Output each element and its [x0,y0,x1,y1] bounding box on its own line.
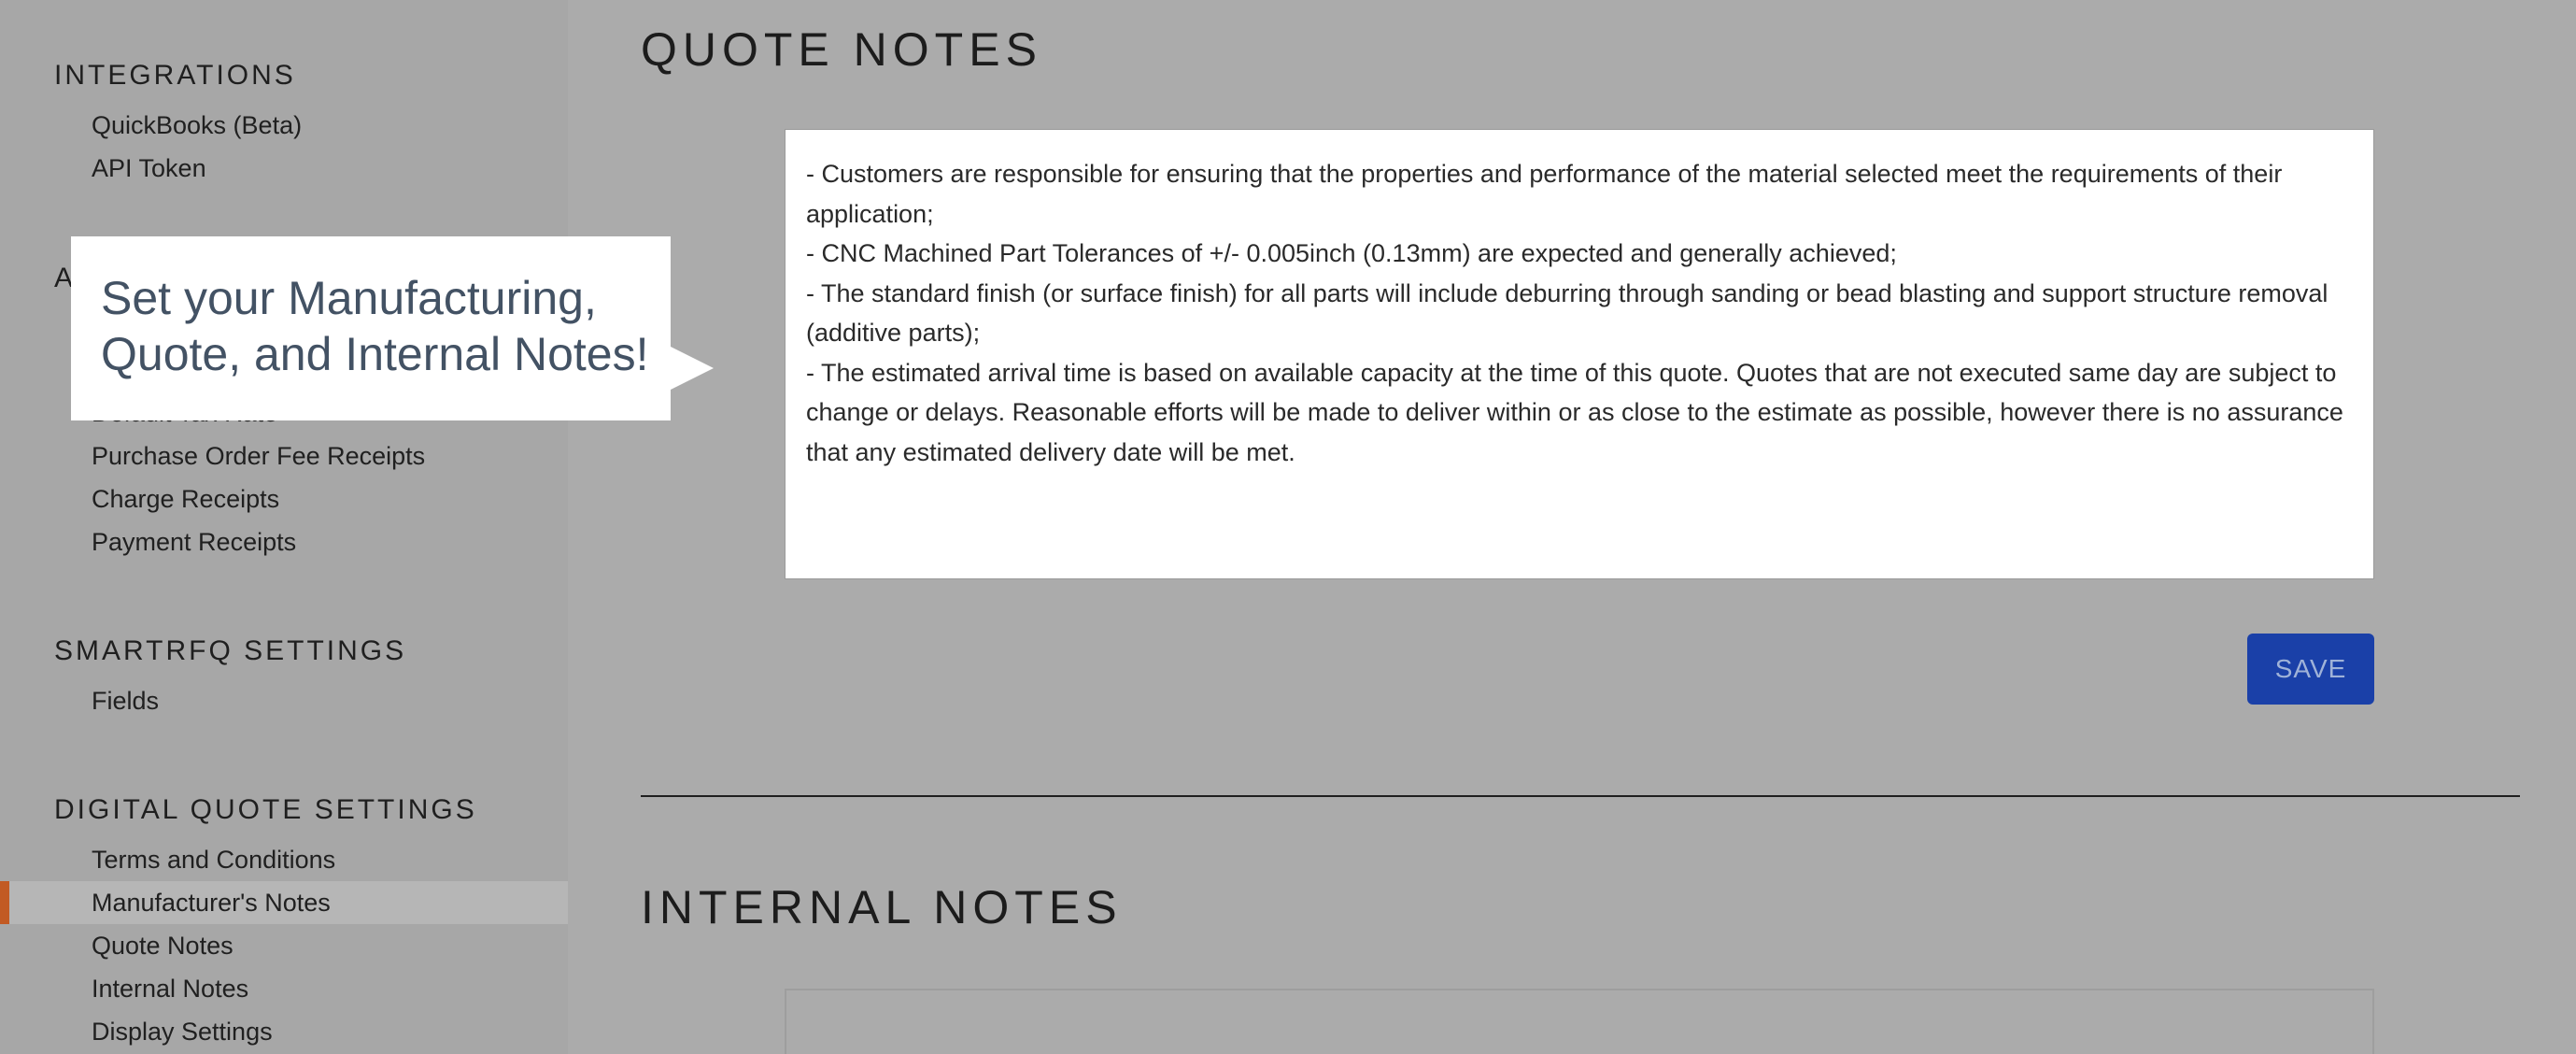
sidebar-heading-integrations: INTEGRATIONS [54,60,296,91]
sidebar-item-api-token[interactable]: API Token [0,147,568,190]
sidebar-item-quickbooks[interactable]: QuickBooks (Beta) [0,104,568,147]
sidebar-item-internal-notes[interactable]: Internal Notes [0,967,568,1010]
onboarding-callout: Set your Manufacturing, Quote, and Inter… [71,236,671,420]
section-divider [641,795,2520,797]
sidebar-item-manufacturers-notes[interactable]: Manufacturer's Notes [0,881,568,924]
sidebar-heading-digital-quote-settings: DIGITAL QUOTE SETTINGS [54,794,477,825]
sidebar-item-display-settings[interactable]: Display Settings [0,1010,568,1053]
sidebar-item-purchase-order-fee-receipts[interactable]: Purchase Order Fee Receipts [0,434,568,477]
quote-notes-heading: QUOTE NOTES [641,23,1042,76]
internal-notes-textarea[interactable] [785,989,2374,1054]
sidebar-heading-smartrfq-settings: SMARTRFQ SETTINGS [54,635,407,666]
quote-notes-textarea[interactable]: - Customers are responsible for ensuring… [785,129,2374,579]
quote-note-line-1: - Customers are responsible for ensuring… [806,160,2283,228]
quote-note-line-4: - The estimated arrival time is based on… [806,358,2343,466]
sidebar-item-fields[interactable]: Fields [0,679,568,722]
save-button[interactable]: SAVE [2247,634,2374,705]
main-content: QUOTE NOTES - Customers are responsible … [568,0,2576,1054]
sidebar-item-charge-receipts[interactable]: Charge Receipts [0,477,568,520]
callout-pointer-arrow [669,346,714,391]
internal-notes-heading: INTERNAL NOTES [641,881,1123,933]
app-root: INTEGRATIONS QuickBooks (Beta) API Token… [0,0,2576,1054]
sidebar-item-terms-and-conditions[interactable]: Terms and Conditions [0,838,568,881]
settings-sidebar: INTEGRATIONS QuickBooks (Beta) API Token… [0,0,568,1054]
quote-note-line-2: - CNC Machined Part Tolerances of +/- 0.… [806,239,1897,267]
sidebar-item-quote-notes[interactable]: Quote Notes [0,924,568,967]
sidebar-item-payment-receipts[interactable]: Payment Receipts [0,520,568,563]
quote-note-line-3: - The standard finish (or surface finish… [806,278,2328,348]
